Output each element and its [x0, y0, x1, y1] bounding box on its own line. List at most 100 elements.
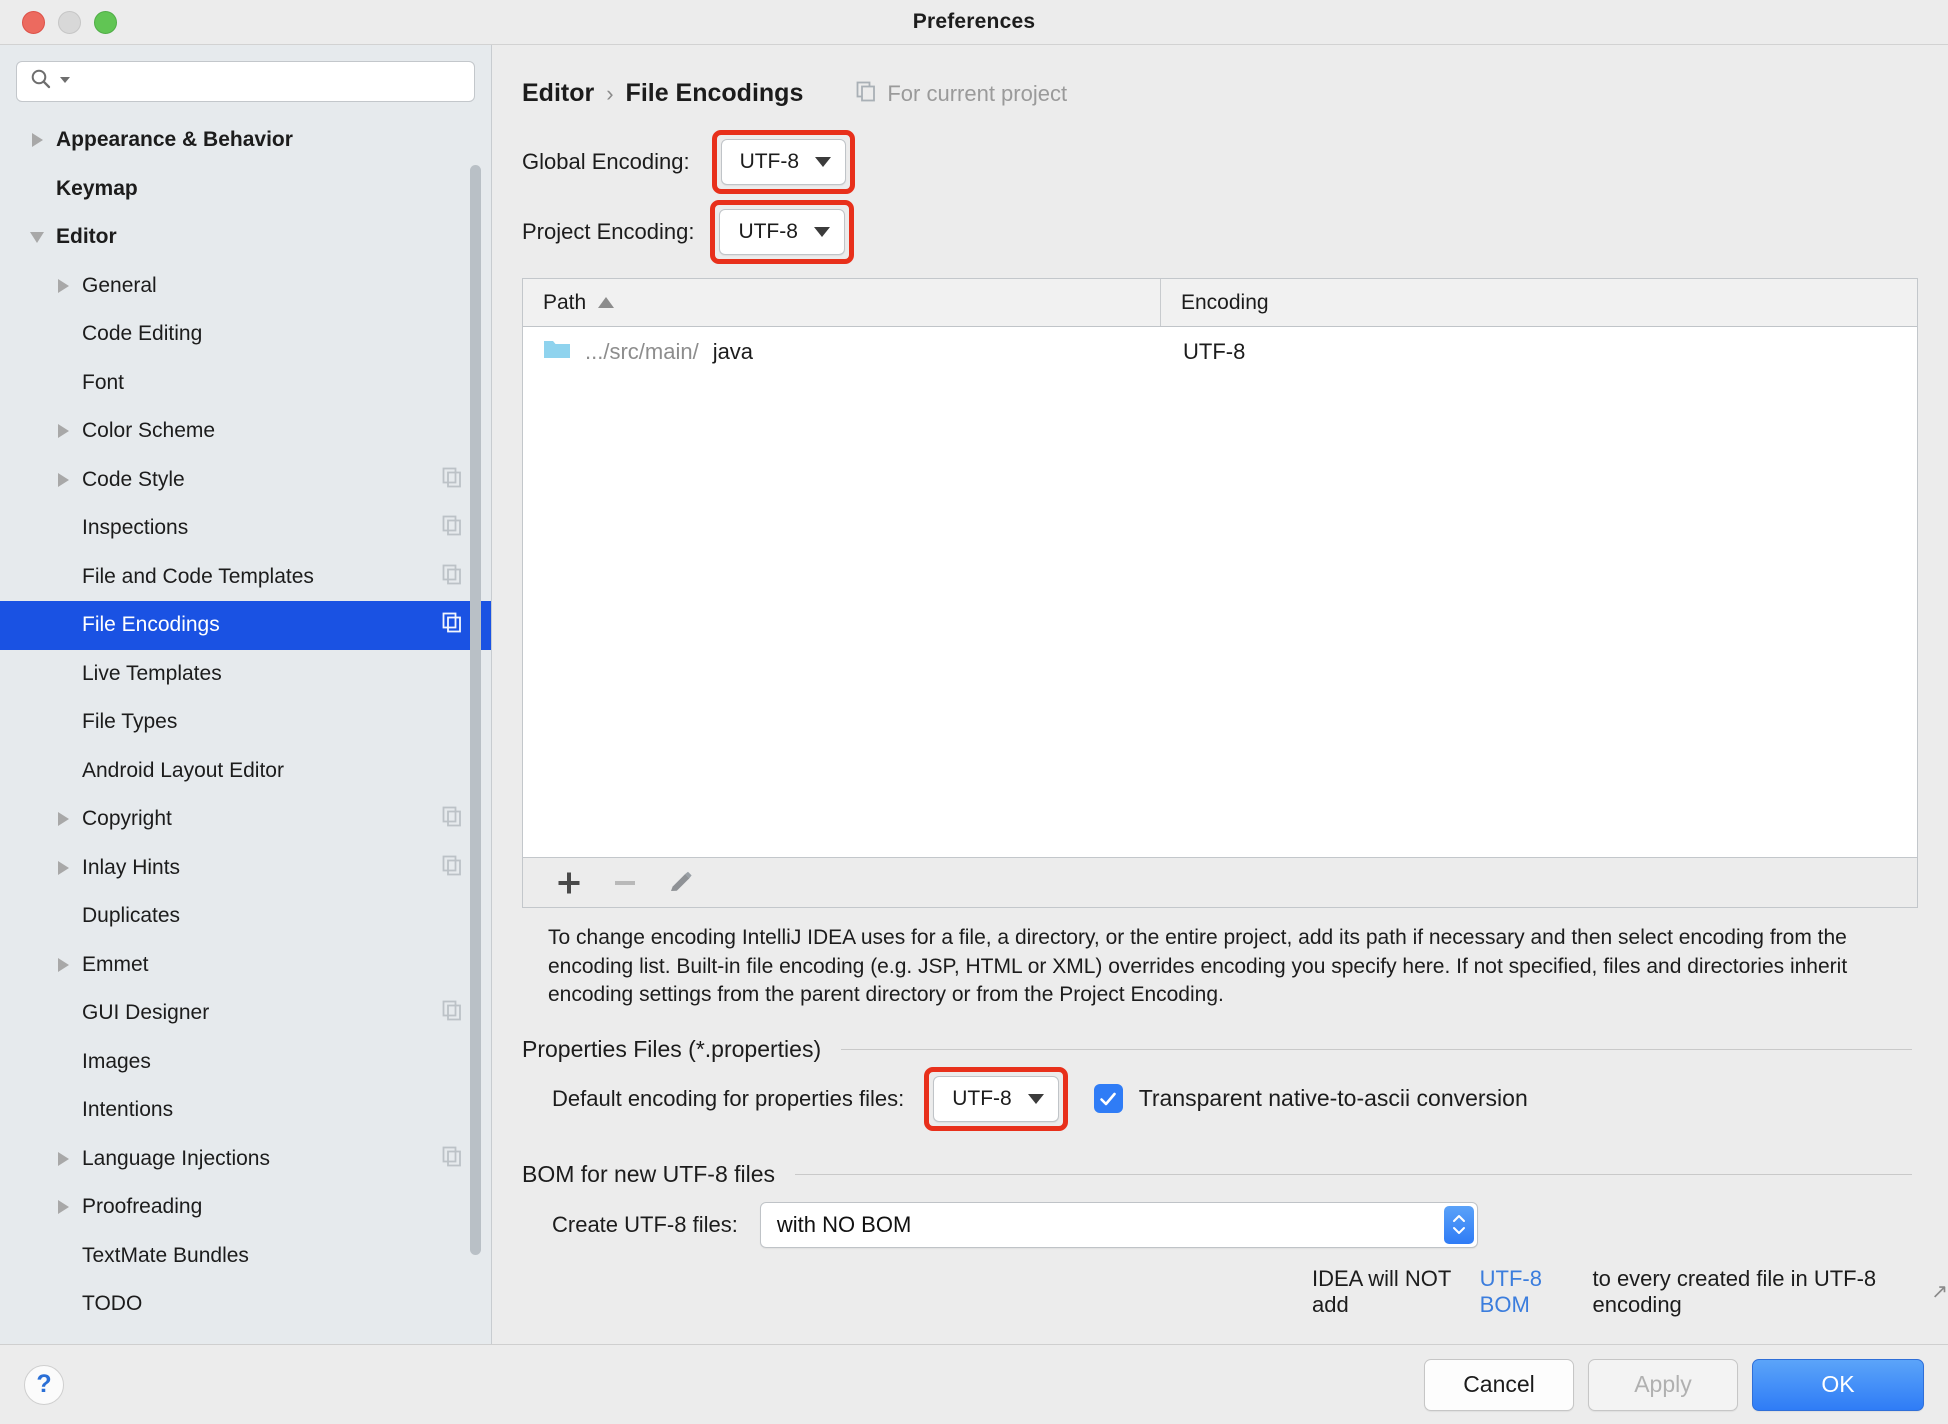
global-encoding-dropdown[interactable]: UTF-8 [721, 139, 847, 185]
help-button[interactable]: ? [24, 1365, 64, 1405]
copy-settings-icon [441, 1145, 463, 1173]
sidebar-item-emmet[interactable]: Emmet [0, 941, 491, 990]
sidebar-item-general[interactable]: General [0, 262, 491, 311]
sidebar-item-file-types[interactable]: File Types [0, 698, 491, 747]
project-encoding-dropdown[interactable]: UTF-8 [719, 209, 845, 255]
sidebar-item-code-style[interactable]: Code Style [0, 456, 491, 505]
properties-encoding-dropdown[interactable]: UTF-8 [933, 1076, 1059, 1122]
sidebar-item-color-scheme[interactable]: Color Scheme [0, 407, 491, 456]
remove-path-button[interactable] [597, 861, 653, 905]
external-link-icon[interactable]: ↗ [1931, 1279, 1948, 1304]
title-bar: Preferences [0, 0, 1948, 45]
sidebar-item-file-encodings[interactable]: File Encodings [0, 601, 491, 650]
table-body: .../src/main/java UTF-8 [523, 327, 1917, 857]
create-utf8-row: Create UTF-8 files: with NO BOM [492, 1202, 1948, 1248]
sidebar-item-label: Font [80, 371, 124, 395]
sidebar-item-inlay-hints[interactable]: Inlay Hints [0, 844, 491, 893]
chevron-right-icon[interactable] [20, 133, 54, 147]
sidebar-item-label: Proofreading [80, 1195, 202, 1219]
properties-encoding-highlight: UTF-8 [924, 1067, 1068, 1131]
folder-icon [543, 337, 571, 367]
search-input[interactable] [77, 71, 462, 93]
sidebar-item-textmate-bundles[interactable]: TextMate Bundles [0, 1232, 491, 1281]
sidebar-item-label: TODO [80, 1292, 142, 1316]
window-title: Preferences [0, 10, 1948, 34]
sidebar-item-proofreading[interactable]: Proofreading [0, 1183, 491, 1232]
sidebar-item-images[interactable]: Images [0, 1038, 491, 1087]
add-path-button[interactable] [541, 861, 597, 905]
chevron-right-icon[interactable] [46, 424, 80, 438]
sidebar-item-live-templates[interactable]: Live Templates [0, 650, 491, 699]
sidebar-item-inspections[interactable]: Inspections [0, 504, 491, 553]
sidebar-item-label: Intentions [80, 1098, 173, 1122]
transparent-conversion-checkbox-group[interactable]: Transparent native-to-ascii conversion [1094, 1084, 1528, 1113]
sidebar-item-copyright[interactable]: Copyright [0, 795, 491, 844]
chevron-right-icon[interactable] [46, 1200, 80, 1214]
copy-settings-icon [441, 466, 463, 494]
table-cell-path-prefix: .../src/main/ [585, 339, 699, 365]
bom-hint: IDEA will NOT add UTF-8 BOM to every cre… [1312, 1266, 1948, 1318]
sidebar-item-todo[interactable]: TODO [0, 1280, 491, 1329]
sidebar-item-label: Copyright [80, 807, 172, 831]
table-row[interactable]: .../src/main/java UTF-8 [523, 327, 1917, 377]
table-cell-path: .../src/main/java [523, 337, 1161, 367]
create-utf8-label: Create UTF-8 files: [552, 1212, 738, 1238]
sidebar-item-intentions[interactable]: Intentions [0, 1086, 491, 1135]
chevron-right-icon[interactable] [46, 279, 80, 293]
chevron-down-icon [815, 157, 831, 167]
sidebar-item-file-and-code-templates[interactable]: File and Code Templates [0, 553, 491, 602]
chevron-down-icon [814, 227, 830, 237]
transparent-conversion-checkbox[interactable] [1094, 1084, 1123, 1113]
search-dropdown-icon[interactable] [59, 73, 71, 91]
stepper-icon[interactable] [1444, 1206, 1474, 1244]
sidebar-item-editor[interactable]: Editor [0, 213, 491, 262]
edit-path-button[interactable] [653, 861, 709, 905]
preferences-window: Preferences Appeara [0, 0, 1948, 1424]
sidebar-item-label: File Encodings [80, 613, 220, 637]
bom-hint-prefix: IDEA will NOT add [1312, 1266, 1470, 1318]
table-toolbar [522, 858, 1918, 908]
sort-ascending-icon [598, 297, 614, 308]
sidebar-item-font[interactable]: Font [0, 359, 491, 408]
sidebar-item-label: Editor [54, 225, 117, 249]
column-header-encoding[interactable]: Encoding [1161, 279, 1917, 326]
chevron-down-icon[interactable] [20, 232, 54, 243]
sidebar-item-label: Android Layout Editor [80, 759, 284, 783]
transparent-conversion-label: Transparent native-to-ascii conversion [1139, 1085, 1528, 1112]
settings-sidebar: Appearance & BehaviorKeymap Editor General… [0, 45, 492, 1344]
sidebar-scrollbar[interactable] [470, 165, 481, 1255]
ok-button[interactable]: OK [1752, 1359, 1924, 1411]
apply-button[interactable]: Apply [1588, 1359, 1738, 1411]
chevron-down-icon [1028, 1094, 1044, 1104]
sidebar-item-appearance-behavior[interactable]: Appearance & Behavior [0, 116, 491, 165]
column-header-encoding-label: Encoding [1181, 291, 1269, 315]
chevron-right-icon[interactable] [46, 1152, 80, 1166]
cancel-button[interactable]: Cancel [1424, 1359, 1574, 1411]
chevron-right-icon[interactable] [46, 861, 80, 875]
settings-tree[interactable]: Appearance & BehaviorKeymap Editor General… [0, 114, 491, 1344]
sidebar-item-keymap[interactable]: Keymap [0, 165, 491, 214]
project-encoding-highlight: UTF-8 [710, 200, 854, 264]
copy-settings-icon [441, 514, 463, 542]
sidebar-item-language-injections[interactable]: Language Injections [0, 1135, 491, 1184]
sidebar-item-gui-designer[interactable]: GUI Designer [0, 989, 491, 1038]
column-header-path[interactable]: Path [523, 279, 1161, 326]
table-cell-encoding[interactable]: UTF-8 [1161, 339, 1917, 365]
create-utf8-value: with NO BOM [777, 1212, 911, 1238]
chevron-right-icon[interactable] [46, 473, 80, 487]
chevron-right-icon[interactable] [46, 958, 80, 972]
dialog-footer: ? Cancel Apply OK [0, 1344, 1948, 1424]
chevron-right-icon[interactable] [46, 812, 80, 826]
sidebar-item-code-editing[interactable]: Code Editing [0, 310, 491, 359]
create-utf8-select[interactable]: with NO BOM [760, 1202, 1478, 1248]
sidebar-item-android-layout-editor[interactable]: Android Layout Editor [0, 747, 491, 796]
sidebar-item-duplicates[interactable]: Duplicates [0, 892, 491, 941]
bom-hint-row: IDEA will NOT add UTF-8 BOM to every cre… [492, 1248, 1948, 1318]
properties-section-header: Properties Files (*.properties) [522, 1036, 1912, 1063]
bom-hint-link[interactable]: UTF-8 BOM [1480, 1266, 1583, 1318]
copy-settings-icon [441, 854, 463, 882]
bom-hint-suffix: to every created file in UTF-8 encoding [1592, 1266, 1921, 1318]
breadcrumb-parent[interactable]: Editor [522, 79, 594, 108]
search-box[interactable] [16, 61, 475, 102]
sidebar-item-label: Duplicates [80, 904, 180, 928]
